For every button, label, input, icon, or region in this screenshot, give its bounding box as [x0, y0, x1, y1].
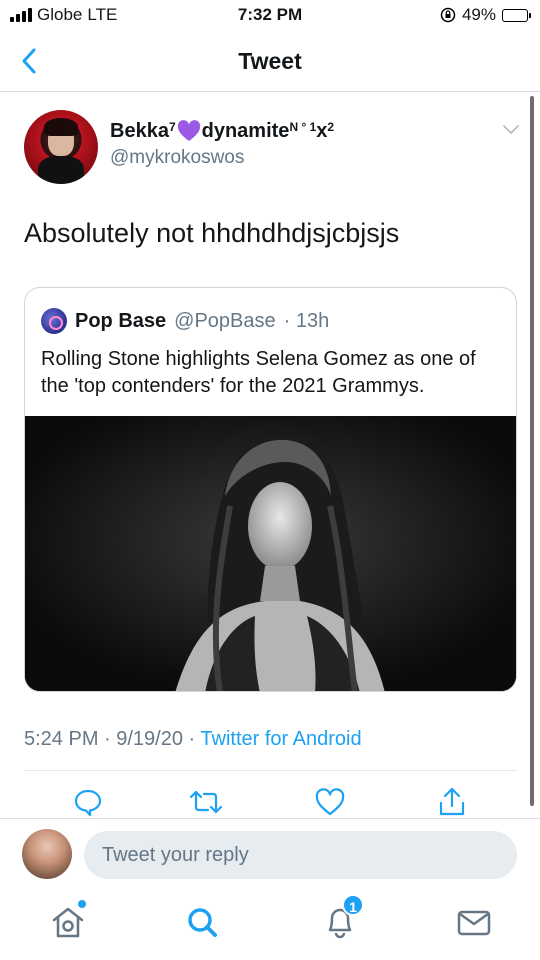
name-sup: 7 — [168, 120, 176, 134]
tab-search[interactable] — [182, 902, 222, 942]
divider — [24, 770, 517, 771]
search-icon — [188, 908, 217, 937]
quoted-author-handle: @PopBase — [174, 309, 276, 332]
name-part: x — [316, 120, 328, 142]
author-handle: @mykrokoswos — [110, 147, 245, 168]
reply-icon[interactable] — [72, 786, 104, 818]
notifications-badge: 1 — [342, 894, 364, 916]
reply-bar — [0, 818, 540, 890]
retweet-icon[interactable] — [190, 786, 222, 818]
quoted-tweet-text: Rolling Stone highlights Selena Gomez as… — [41, 348, 476, 397]
tweet-actions — [24, 786, 517, 818]
reply-input[interactable] — [84, 831, 517, 879]
tab-home[interactable] — [48, 900, 88, 942]
nav-bar: Tweet — [0, 32, 540, 92]
tab-bar: 1 — [0, 890, 540, 960]
page-title: Tweet — [238, 48, 302, 74]
quoted-tweet-header: Pop Base @PopBase · 13h — [41, 308, 329, 334]
quoted-author-avatar — [41, 308, 67, 334]
tweet-source-link[interactable]: Twitter for Android — [200, 728, 361, 750]
status-right: 49% — [440, 5, 531, 25]
battery-icon — [502, 8, 531, 22]
tweet-meta: 5:24 PM · 9/19/20 · Twitter for Android — [24, 728, 362, 751]
quoted-author-name: Pop Base — [75, 309, 167, 332]
tweet-header: Bekka 7 dynamite N ° 1x2 @mykrokoswos — [24, 108, 524, 188]
user-avatar[interactable] — [22, 829, 72, 879]
scrollbar[interactable] — [530, 96, 534, 806]
name-sup: 2 — [327, 120, 335, 134]
author-names[interactable]: Bekka 7 dynamite N ° 1x2 @mykrokoswos — [110, 120, 334, 169]
author-display-name: Bekka 7 dynamite N ° 1x2 — [110, 120, 334, 143]
quoted-tweet[interactable]: Pop Base @PopBase · 13h Rolling Stone hi… — [24, 287, 517, 692]
author-avatar[interactable] — [24, 110, 98, 184]
name-part: Bekka — [110, 120, 169, 142]
status-bar: Globe LTE 7:32 PM 49% — [0, 0, 540, 32]
new-content-dot — [78, 900, 86, 908]
chevron-down-icon[interactable] — [502, 124, 520, 136]
quoted-tweet-photo[interactable] — [25, 416, 516, 691]
portrait-photo — [25, 416, 516, 691]
like-heart-icon[interactable] — [314, 786, 346, 818]
name-sup: N ° 1 — [289, 120, 317, 134]
envelope-icon — [457, 910, 491, 936]
tweet-timestamp: 5:24 PM · 9/19/20 · — [24, 728, 196, 750]
home-icon — [52, 907, 84, 938]
battery-percent: 49% — [461, 5, 496, 24]
tab-notifications[interactable]: 1 — [320, 894, 364, 942]
name-part: dynamite — [201, 120, 290, 142]
tweet-text: Absolutely not hhdhdhdjsjcbjsjs — [24, 218, 400, 248]
tab-messages[interactable] — [454, 902, 494, 942]
quoted-tweet-time: · 13h — [283, 309, 330, 332]
purple-heart-icon — [177, 120, 200, 141]
orientation-lock-icon — [440, 7, 456, 23]
share-icon[interactable] — [436, 786, 468, 818]
